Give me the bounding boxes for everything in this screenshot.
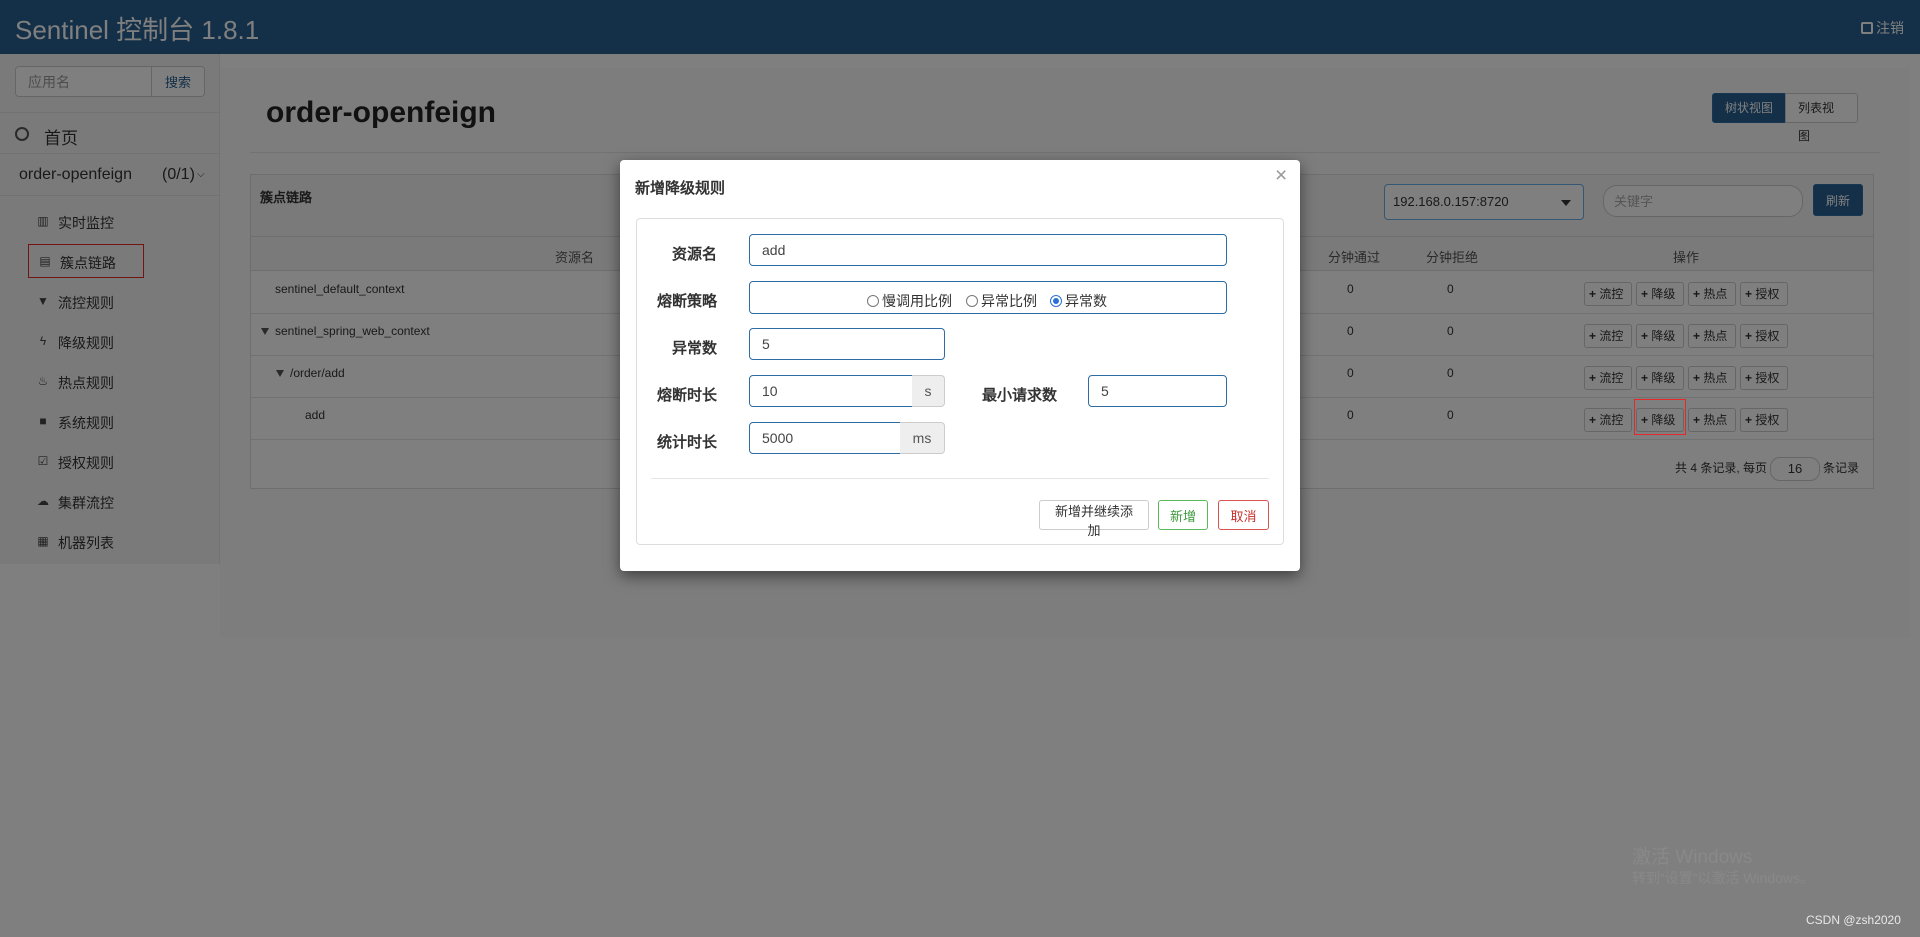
duration-label: 熔断时长 — [657, 387, 718, 404]
windows-activation-title: 激活 Windows — [1632, 847, 1753, 868]
min-request-input[interactable]: 5 — [1088, 375, 1227, 407]
close-icon[interactable]: × — [1275, 164, 1287, 188]
exception-count-input[interactable]: 5 — [749, 328, 945, 360]
radio-selected-icon — [1050, 295, 1062, 307]
radio-icon — [966, 295, 978, 307]
radio-exception-ratio[interactable]: 异常比例 — [966, 291, 1037, 311]
min-request-label: 最小请求数 — [982, 387, 1058, 404]
strategy-label: 熔断策略 — [657, 293, 718, 310]
stat-interval-unit: ms — [900, 422, 945, 454]
add-button[interactable]: 新增 — [1158, 500, 1208, 530]
form-divider — [651, 478, 1269, 479]
resource-name-input[interactable]: add — [749, 234, 1227, 266]
highlight-box-degrade — [1634, 399, 1686, 435]
radio-slow-ratio[interactable]: 慢调用比例 — [867, 291, 952, 311]
radio-exception-count[interactable]: 异常数 — [1050, 291, 1107, 311]
stat-interval-input[interactable]: 5000 — [749, 422, 901, 454]
add-and-continue-button[interactable]: 新增并继续添加 — [1039, 500, 1149, 538]
csdn-credit: CSDN @zsh2020 — [1806, 913, 1901, 927]
strategy-radio-group: 慢调用比例 异常比例 异常数 — [749, 281, 1227, 314]
radio-icon — [867, 295, 879, 307]
windows-activation-hint: 转到“设置”以激活 Windows。 — [1632, 870, 1815, 886]
cancel-button[interactable]: 取消 — [1218, 500, 1269, 530]
duration-input[interactable]: 10 — [749, 375, 913, 407]
duration-unit: s — [912, 375, 945, 407]
resource-label: 资源名 — [672, 246, 718, 263]
dialog-title: 新增降级规则 — [635, 180, 726, 197]
exception-count-label: 异常数 — [672, 340, 718, 357]
stat-interval-label: 统计时长 — [657, 434, 718, 451]
